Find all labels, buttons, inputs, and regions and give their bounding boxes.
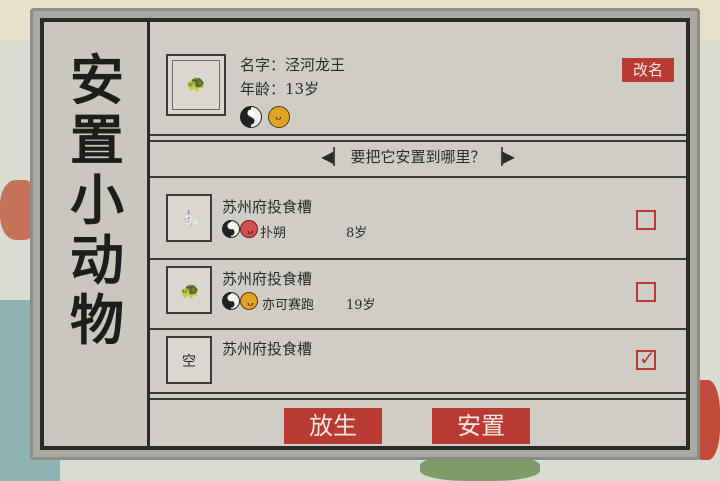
prompt-text: 要把它安置到哪里？ [350, 148, 486, 166]
option-place: 苏州府投食槽 [222, 198, 313, 216]
rabbit-icon: 🐇 [180, 209, 200, 228]
dialog-panel: 安置小动物 🐢 名字：泾河龙王 年龄：13岁 改名 ◀▏ 要把它安置到哪里？ ▕… [40, 18, 690, 450]
divider [150, 134, 686, 136]
divider [150, 392, 686, 394]
option-slot-2-portrait[interactable]: 🐢 [166, 266, 212, 314]
tiger-icon [268, 106, 290, 128]
yinyang-icon [222, 220, 240, 238]
option-place: 苏州府投食槽 [222, 270, 313, 288]
option-1-checkbox[interactable] [636, 210, 656, 230]
dialog-title: 安置小动物 [70, 48, 124, 352]
occupant-name: 扑朔 [260, 226, 287, 241]
option-3-checkbox[interactable]: ✓ [636, 346, 656, 370]
checkmark-icon: ✓ [639, 346, 656, 370]
arrow-left-icon: ◀▏ [321, 147, 346, 166]
divider [150, 328, 686, 330]
occupant-age: 8岁 [346, 226, 368, 241]
turtle-icon: 🐢 [180, 281, 200, 300]
tiger-icon [240, 292, 258, 310]
adopt-pet-dialog: 安置小动物 🐢 名字：泾河龙王 年龄：13岁 改名 ◀▏ 要把它安置到哪里？ ▕… [30, 8, 700, 460]
empty-label: 空 [182, 354, 196, 370]
option-slot-1-portrait[interactable]: 🐇 [166, 194, 212, 242]
release-button[interactable]: 放生 [284, 408, 382, 444]
divider [150, 176, 686, 178]
placement-prompt: ◀▏ 要把它安置到哪里？ ▕▶ [150, 146, 686, 167]
yinyang-icon [222, 292, 240, 310]
occupant-age: 19岁 [346, 298, 376, 313]
divider [150, 140, 686, 142]
yinyang-icon [240, 106, 262, 128]
option-place: 苏州府投食槽 [222, 340, 313, 358]
arrow-right-icon: ▕▶ [490, 147, 515, 166]
option-2-checkbox[interactable] [636, 282, 656, 302]
option-slot-3-portrait[interactable]: 空 [166, 336, 212, 384]
title-column: 安置小动物 [44, 22, 150, 446]
rename-button[interactable]: 改名 [622, 58, 674, 82]
divider [150, 258, 686, 260]
divider [150, 398, 686, 400]
current-pet-portrait: 🐢 [166, 54, 226, 116]
dialog-content: 🐢 名字：泾河龙王 年龄：13岁 改名 ◀▏ 要把它安置到哪里？ ▕▶ 🐇 苏州… [150, 22, 686, 446]
pet-name: 名字：泾河龙王 [240, 56, 346, 74]
occupant-name: 亦可赛跑 [262, 298, 315, 313]
place-button[interactable]: 安置 [432, 408, 530, 444]
pet-age: 年龄：13岁 [240, 80, 320, 98]
turtle-icon: 🐢 [186, 74, 206, 93]
pig-icon [240, 220, 258, 238]
